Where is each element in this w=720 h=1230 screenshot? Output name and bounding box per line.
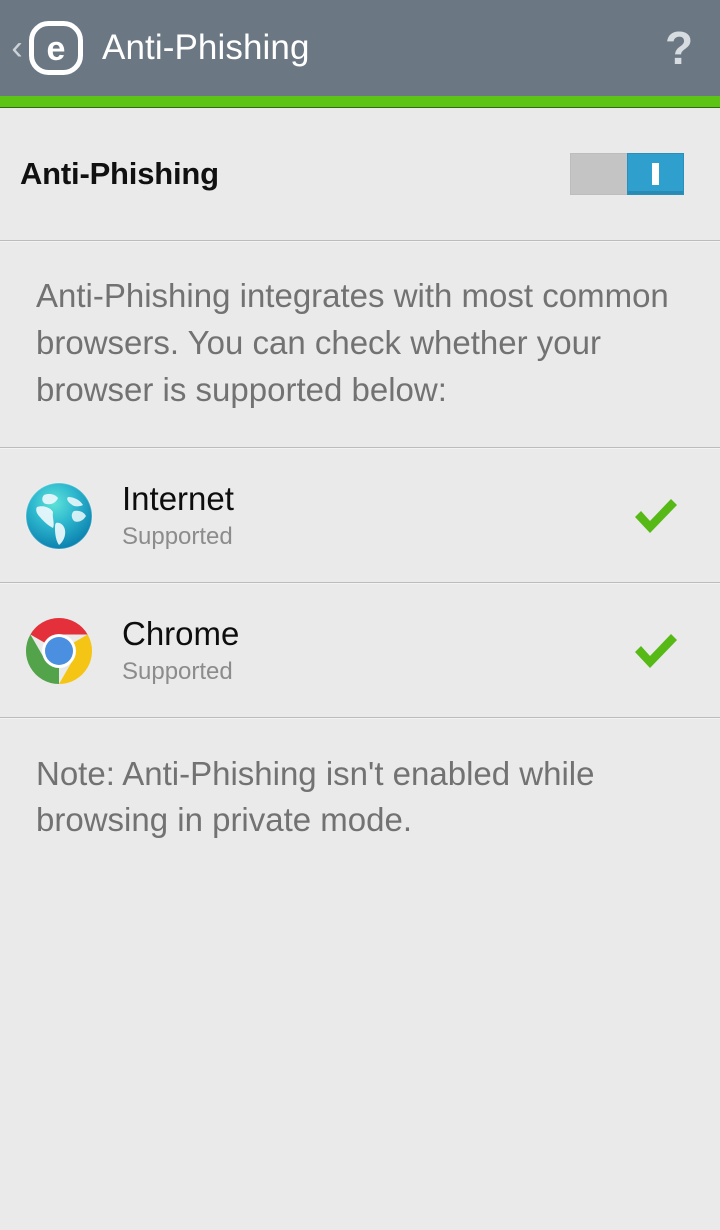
browser-status: Supported	[122, 657, 233, 685]
app-header: ‹ e Anti-Phishing ?	[0, 0, 720, 96]
help-icon[interactable]: ?	[656, 25, 702, 71]
browser-name: Chrome	[122, 614, 240, 652]
eset-logo-icon[interactable]: e	[28, 20, 84, 76]
switch-on-mark	[652, 163, 659, 185]
browser-status: Supported	[122, 522, 233, 550]
chrome-icon	[20, 612, 98, 690]
browser-name: Internet	[122, 479, 234, 517]
check-icon	[628, 623, 684, 679]
globe-icon	[20, 477, 98, 555]
anti-phishing-label: Anti-Phishing	[20, 156, 219, 191]
browser-row-chrome[interactable]: Chrome Supported	[0, 584, 720, 717]
svg-text:e: e	[47, 30, 66, 68]
browser-row-internet[interactable]: Internet Supported	[0, 449, 720, 582]
app-root: ‹ e Anti-Phishing ? Anti-Phishing Anti-P…	[0, 0, 720, 1230]
private-mode-note: Note: Anti-Phishing isn't enabled while …	[36, 755, 595, 838]
back-button[interactable]: ‹	[6, 25, 28, 71]
status-accent-bar	[0, 96, 720, 108]
browser-text-chrome: Chrome Supported	[122, 614, 628, 688]
page-title: Anti-Phishing	[102, 28, 310, 67]
description-text: Anti-Phishing integrates with most commo…	[36, 277, 669, 408]
browser-text-internet: Internet Supported	[122, 479, 628, 553]
anti-phishing-toggle-row[interactable]: Anti-Phishing	[0, 108, 720, 240]
anti-phishing-switch[interactable]	[570, 153, 684, 195]
switch-thumb[interactable]	[627, 153, 684, 195]
check-icon	[628, 488, 684, 544]
